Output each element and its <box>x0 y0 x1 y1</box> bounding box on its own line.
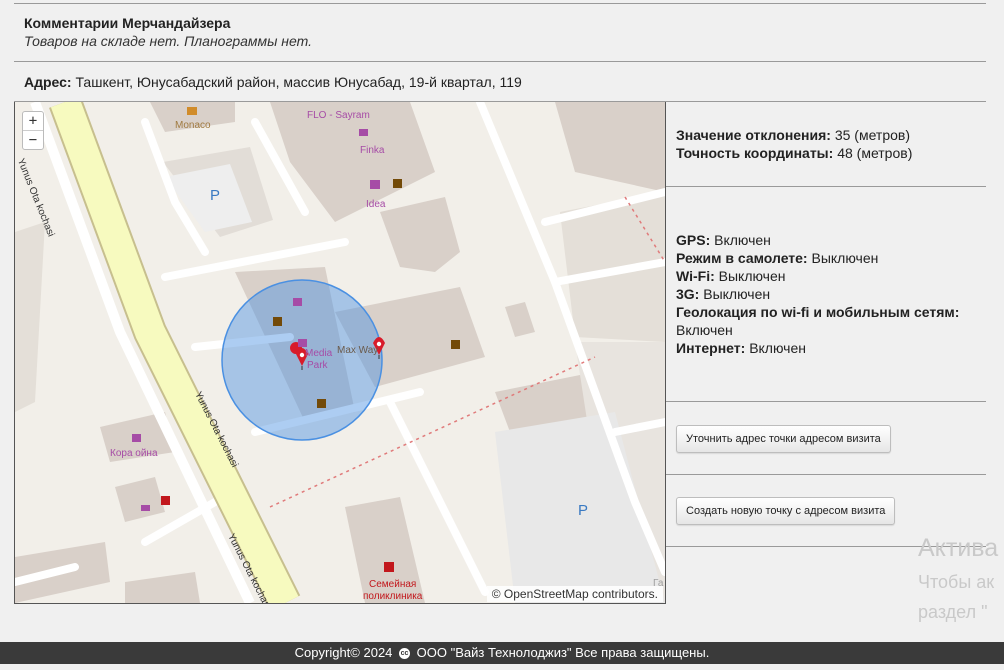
comments-divider <box>14 61 986 62</box>
label-maxway: Max Way <box>337 345 379 356</box>
3g-status: 3G: Выключен <box>676 286 771 302</box>
label-park: Park <box>307 360 328 371</box>
address-line: Адрес: Ташкент, Юнусабадский район, масс… <box>24 73 522 91</box>
footer-copyright: Copyright© 2024 <box>294 645 393 660</box>
comments-text: Товаров на складе нет. Планограммы нет. <box>24 33 313 49</box>
internet-status: Интернет: Включен <box>676 340 806 356</box>
label-monaco: Monaco <box>175 120 211 131</box>
address-value: Ташкент, Юнусабадский район, массив Юнус… <box>75 74 522 90</box>
info-divider-1 <box>666 186 986 187</box>
parking-icon: P <box>210 187 221 204</box>
device-status: GPS: Включен Режим в самолете: Выключен … <box>676 231 996 357</box>
info-divider-3 <box>666 474 986 475</box>
gps-status: GPS: Включен <box>676 232 771 248</box>
label-flo: FLO - Sayram <box>307 110 370 121</box>
footer: Copyright© 2024 cc ООО "Вайз Технолоджиз… <box>0 642 1004 664</box>
activation-watermark-1: Актива <box>918 534 999 562</box>
info-divider-2 <box>666 401 986 402</box>
comments-title: Комментарии Мерчандайзера <box>24 15 231 31</box>
top-divider <box>14 3 986 4</box>
map-view[interactable]: Monaco FLO - Sayram Finka Idea Max Way M… <box>14 101 666 604</box>
deviation-info: Значение отклонения: 35 (метров) Точност… <box>676 126 912 162</box>
deviation-row: Значение отклонения: 35 (метров) <box>676 127 910 143</box>
label-idea: Idea <box>366 199 386 210</box>
airplane-status: Режим в самолете: Выключен <box>676 250 879 266</box>
merchandiser-comments: Комментарии Мерчандайзера Товаров на скл… <box>24 14 312 50</box>
create-point-button[interactable]: Создать новую точку с адресом визита <box>676 497 896 525</box>
geo-status: Геолокация по wi-fi и мобильным сетям: В… <box>676 304 960 338</box>
cc-icon: cc <box>399 648 411 660</box>
activation-watermark-3: раздел " <box>918 602 988 622</box>
address-divider <box>14 101 986 102</box>
label-kora: Кора ойна <box>110 448 158 459</box>
label-finka: Finka <box>360 145 385 156</box>
address-label: Адрес: <box>24 74 72 90</box>
accuracy-row: Точность координаты: 48 (метров) <box>676 145 913 161</box>
activation-watermark-2: Чтобы ак <box>918 572 995 592</box>
map-attribution[interactable]: © OpenStreetMap contributors. <box>486 586 663 602</box>
footer-company: ООО "Вайз Технолоджиз" Все права защищен… <box>416 645 710 660</box>
label-media: Media <box>305 348 333 359</box>
wifi-status: Wi-Fi: Выключен <box>676 268 786 284</box>
parking-icon-2: P <box>578 502 589 519</box>
zoom-control: + − <box>22 111 44 150</box>
label-clinic: Семейная поликлиника <box>363 579 423 602</box>
refine-address-button[interactable]: Уточнить адрес точки адресом визита <box>676 425 891 453</box>
zoom-out-button[interactable]: − <box>23 130 43 149</box>
zoom-in-button[interactable]: + <box>23 112 43 130</box>
